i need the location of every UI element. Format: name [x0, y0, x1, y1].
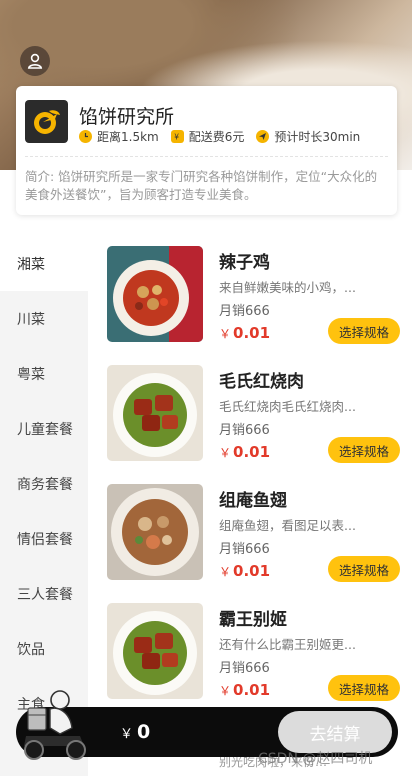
dish-description: 组庵鱼翅，看图足以表...: [219, 518, 356, 533]
dish-price: ￥ 0.01: [219, 562, 270, 580]
watermark: CSDN @赵四司机: [258, 751, 373, 767]
currency-symbol: ￥: [219, 565, 232, 579]
dish-description: 还有什么比霸王别姬更...: [219, 637, 356, 652]
choose-spec-button[interactable]: 选择规格: [328, 675, 400, 701]
dish-sales: 月销666: [219, 542, 270, 557]
price-value: 0.01: [233, 681, 271, 699]
dish-item[interactable]: 毛氏红烧肉 毛氏红烧肉毛氏红烧肉... 月销666 ￥ 0.01 选择规格: [90, 355, 412, 474]
dish-sales: 月销666: [219, 304, 270, 319]
sidebar-item-yue[interactable]: 粤菜: [0, 346, 88, 401]
money-bag-icon: ¥: [170, 130, 184, 143]
choose-spec-button[interactable]: 选择规格: [328, 318, 400, 344]
delivery-rider-icon[interactable]: [12, 684, 96, 764]
store-description: 简介: 馅饼研究所是一家专门研究各种馅饼制作，定位“大众化的美食外送餐饮”，旨为…: [25, 169, 378, 202]
dish-image: [107, 365, 203, 461]
store-meta-row: 距离1.5km ¥ 配送费6元 预计时长30min: [79, 128, 360, 145]
svg-text:¥: ¥: [174, 133, 179, 142]
sidebar-item-chuan[interactable]: 川菜: [0, 291, 88, 346]
dish-name: 组庵鱼翅: [219, 491, 287, 511]
eta-info: 预计时长30min: [256, 128, 360, 145]
app-page: 馅饼研究所 距离1.5km ¥ 配送费6元 预计时长30min 简介: 馅饼研究…: [0, 0, 412, 776]
dish-list: 辣子鸡 来自鲜嫩美味的小鸡，... 月销666 ￥ 0.01 选择规格 毛氏红烧肉…: [90, 236, 412, 776]
dish-item[interactable]: 组庵鱼翅 组庵鱼翅，看图足以表... 月销666 ￥ 0.01 选择规格: [90, 474, 412, 593]
currency-symbol: ￥: [219, 446, 232, 460]
dish-item[interactable]: 辣子鸡 来自鲜嫩美味的小鸡，... 月销666 ￥ 0.01 选择规格: [90, 236, 412, 355]
sidebar-item-xiang[interactable]: 湘菜: [0, 236, 88, 291]
dish-description: 来自鲜嫩美味的小鸡，...: [219, 280, 356, 295]
cart-currency: ￥: [120, 727, 134, 742]
dish-description: 毛氏红烧肉毛氏红烧肉...: [219, 399, 356, 414]
dish-image: [107, 246, 203, 342]
navigation-icon: [256, 130, 270, 143]
dish-price: ￥ 0.01: [219, 443, 270, 461]
dish-name: 辣子鸡: [219, 253, 270, 273]
currency-symbol: ￥: [219, 327, 232, 341]
price-value: 0.01: [233, 562, 271, 580]
user-icon: [27, 53, 43, 69]
dish-sales: 月销666: [219, 661, 270, 676]
store-card-divider: [25, 156, 388, 157]
dish-name: 霸王别姬: [219, 610, 287, 630]
distance-text: 距离1.5km: [97, 130, 159, 144]
dish-price: ￥ 0.01: [219, 681, 270, 699]
choose-spec-button[interactable]: 选择规格: [328, 556, 400, 582]
checkout-button[interactable]: 去结算: [278, 711, 392, 753]
sidebar-item-drinks[interactable]: 饮品: [0, 621, 88, 676]
cart-total-value: 0: [137, 721, 151, 743]
location-clock-icon: [79, 130, 92, 143]
delivery-fee-info: ¥ 配送费6元: [170, 128, 245, 145]
store-logo: [25, 100, 68, 143]
sidebar-item-couple-set[interactable]: 情侣套餐: [0, 511, 88, 566]
dish-sales: 月销666: [219, 423, 270, 438]
dish-name: 毛氏红烧肉: [219, 372, 304, 392]
pie-logo-icon: [33, 109, 60, 134]
dish-image: [107, 484, 203, 580]
store-info-card: 馅饼研究所 距离1.5km ¥ 配送费6元 预计时长30min 简介: 馅饼研究…: [16, 86, 397, 215]
sidebar-item-three-person-set[interactable]: 三人套餐: [0, 566, 88, 621]
eta-text: 预计时长30min: [274, 130, 361, 144]
price-value: 0.01: [233, 443, 271, 461]
sidebar-item-kids-set[interactable]: 儿童套餐: [0, 401, 88, 456]
delivery-fee-text: 配送费6元: [188, 130, 245, 144]
sidebar-item-business-set[interactable]: 商务套餐: [0, 456, 88, 511]
choose-spec-button[interactable]: 选择规格: [328, 437, 400, 463]
dish-item[interactable]: 霸王别姬 还有什么比霸王别姬更... 月销666 ￥ 0.01 选择规格: [90, 593, 412, 712]
currency-symbol: ￥: [219, 684, 232, 698]
distance-info: 距离1.5km: [79, 128, 159, 145]
cart-total: ￥ 0: [120, 721, 150, 743]
dish-image: [107, 603, 203, 699]
user-avatar-button[interactable]: [20, 46, 50, 76]
dish-price: ￥ 0.01: [219, 324, 270, 342]
store-name: 馅饼研究所: [79, 106, 175, 128]
price-value: 0.01: [233, 324, 271, 342]
